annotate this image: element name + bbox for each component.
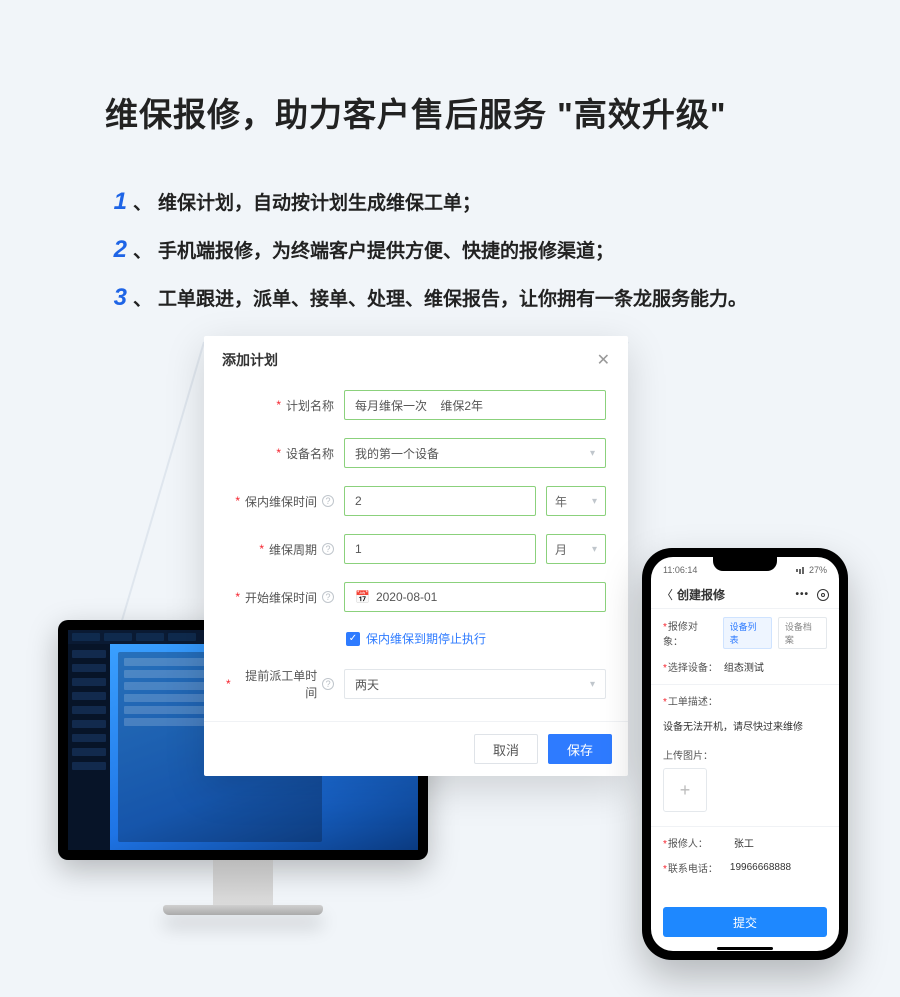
cancel-button[interactable]: 取消 [474, 734, 538, 764]
back-button[interactable]: 〈 创建报修 [661, 586, 725, 603]
bullet-3: 3 、 工单跟进，派单、接单、处理、维保报告，让你拥有一条龙服务能力。 [105, 284, 820, 312]
more-icon[interactable]: ••• [795, 589, 809, 600]
p-reporter-value[interactable]: 张工 [734, 835, 754, 850]
bullet-3-text: 工单跟进，派单、接单、处理、维保报告，让你拥有一条龙服务能力。 [158, 284, 747, 311]
modal-title: 添加计划 [222, 350, 278, 370]
save-button[interactable]: 保存 [548, 734, 612, 764]
target-icon[interactable] [817, 589, 829, 601]
bullet-2-text: 手机端报修，为终端客户提供方便、快捷的报修渠道； [158, 236, 614, 263]
stop-on-expire-checkbox[interactable]: ✓ [346, 632, 360, 646]
phone-title: 创建报修 [677, 586, 725, 603]
chevron-down-icon: ▾ [590, 679, 595, 690]
signal-icon [796, 566, 806, 574]
cycle-label: 维保周期 [269, 541, 317, 558]
cycle-unit-select[interactable]: 月▾ [546, 534, 606, 564]
phone-notch [713, 557, 777, 571]
help-icon[interactable]: ? [322, 591, 334, 603]
tag-device-list[interactable]: 设备列表 [723, 617, 772, 649]
submit-button[interactable]: 提交 [663, 907, 827, 937]
chevron-down-icon: ▾ [592, 496, 597, 507]
start-label: 开始维保时间 [245, 589, 317, 606]
feature-bullets: 1 、 维保计划，自动按计划生成维保工单； 2 、 手机端报修，为终端客户提供方… [105, 188, 820, 312]
plan-name-input[interactable] [344, 390, 606, 420]
help-icon[interactable]: ? [322, 543, 334, 555]
stop-on-expire-label: 保内维保到期停止执行 [366, 630, 486, 647]
bullet-1-num: 1 [105, 188, 127, 216]
p-device-value[interactable]: 组态测试 [724, 659, 764, 674]
status-battery: 27% [809, 565, 827, 575]
device-label: 设备名称 [286, 445, 334, 462]
ahead-label: 提前派工单时间 [236, 667, 318, 701]
close-icon[interactable]: ✕ [597, 350, 610, 370]
add-plan-modal: 添加计划 ✕ *计划名称 *设备名称 我的第一个设备 ▾ *保内维保时间? 年▾ [204, 336, 628, 776]
inwarranty-value-input[interactable] [344, 486, 536, 516]
chevron-down-icon: ▾ [590, 448, 595, 459]
tag-device-file[interactable]: 设备档案 [778, 617, 827, 649]
p-device-label: 选择设备： [668, 663, 718, 674]
help-icon[interactable]: ? [322, 495, 334, 507]
home-indicator [651, 947, 839, 951]
inwarranty-label: 保内维保时间 [245, 493, 317, 510]
bullet-2: 2 、 手机端报修，为终端客户提供方便、快捷的报修渠道； [105, 236, 820, 264]
p-reporter-label: 报修人： [668, 839, 708, 850]
plan-name-label: 计划名称 [286, 397, 334, 414]
ahead-select[interactable]: 两天 ▾ [344, 669, 606, 699]
page-title: 维保报修，助力客户售后服务 "高效升级" [105, 88, 820, 136]
p-phone-label: 联系电话： [668, 864, 718, 875]
p-phone-value[interactable]: 19966668888 [730, 862, 791, 873]
start-date-input[interactable]: 📅 2020-08-01 [344, 582, 606, 612]
device-select[interactable]: 我的第一个设备 ▾ [344, 438, 606, 468]
bullet-1: 1 、 维保计划，自动按计划生成维保工单； [105, 188, 820, 216]
inwarranty-unit-select[interactable]: 年▾ [546, 486, 606, 516]
p-desc-label: 工单描述： [668, 697, 718, 708]
bullet-2-num: 2 [105, 236, 127, 264]
cycle-value-input[interactable] [344, 534, 536, 564]
upload-image-button[interactable]: + [663, 768, 707, 812]
p-desc-value[interactable]: 设备无法开机，请尽快过来维修 [663, 718, 827, 733]
bullet-3-num: 3 [105, 284, 127, 312]
bullet-1-text: 维保计划，自动按计划生成维保工单； [158, 188, 481, 215]
calendar-icon: 📅 [355, 590, 370, 604]
mobile-phone: 11:06:14 27% 〈 创建报修 ••• *报修对象： 设备列表 设备档案 [642, 548, 848, 960]
chevron-left-icon: 〈 [661, 586, 673, 603]
chevron-down-icon: ▾ [592, 544, 597, 555]
p-upload-label: 上传图片： [663, 747, 827, 762]
status-time: 11:06:14 [663, 565, 697, 575]
help-icon[interactable]: ? [322, 678, 334, 690]
plus-icon: + [680, 780, 691, 801]
p-target-label: 报修对象： [663, 622, 698, 648]
